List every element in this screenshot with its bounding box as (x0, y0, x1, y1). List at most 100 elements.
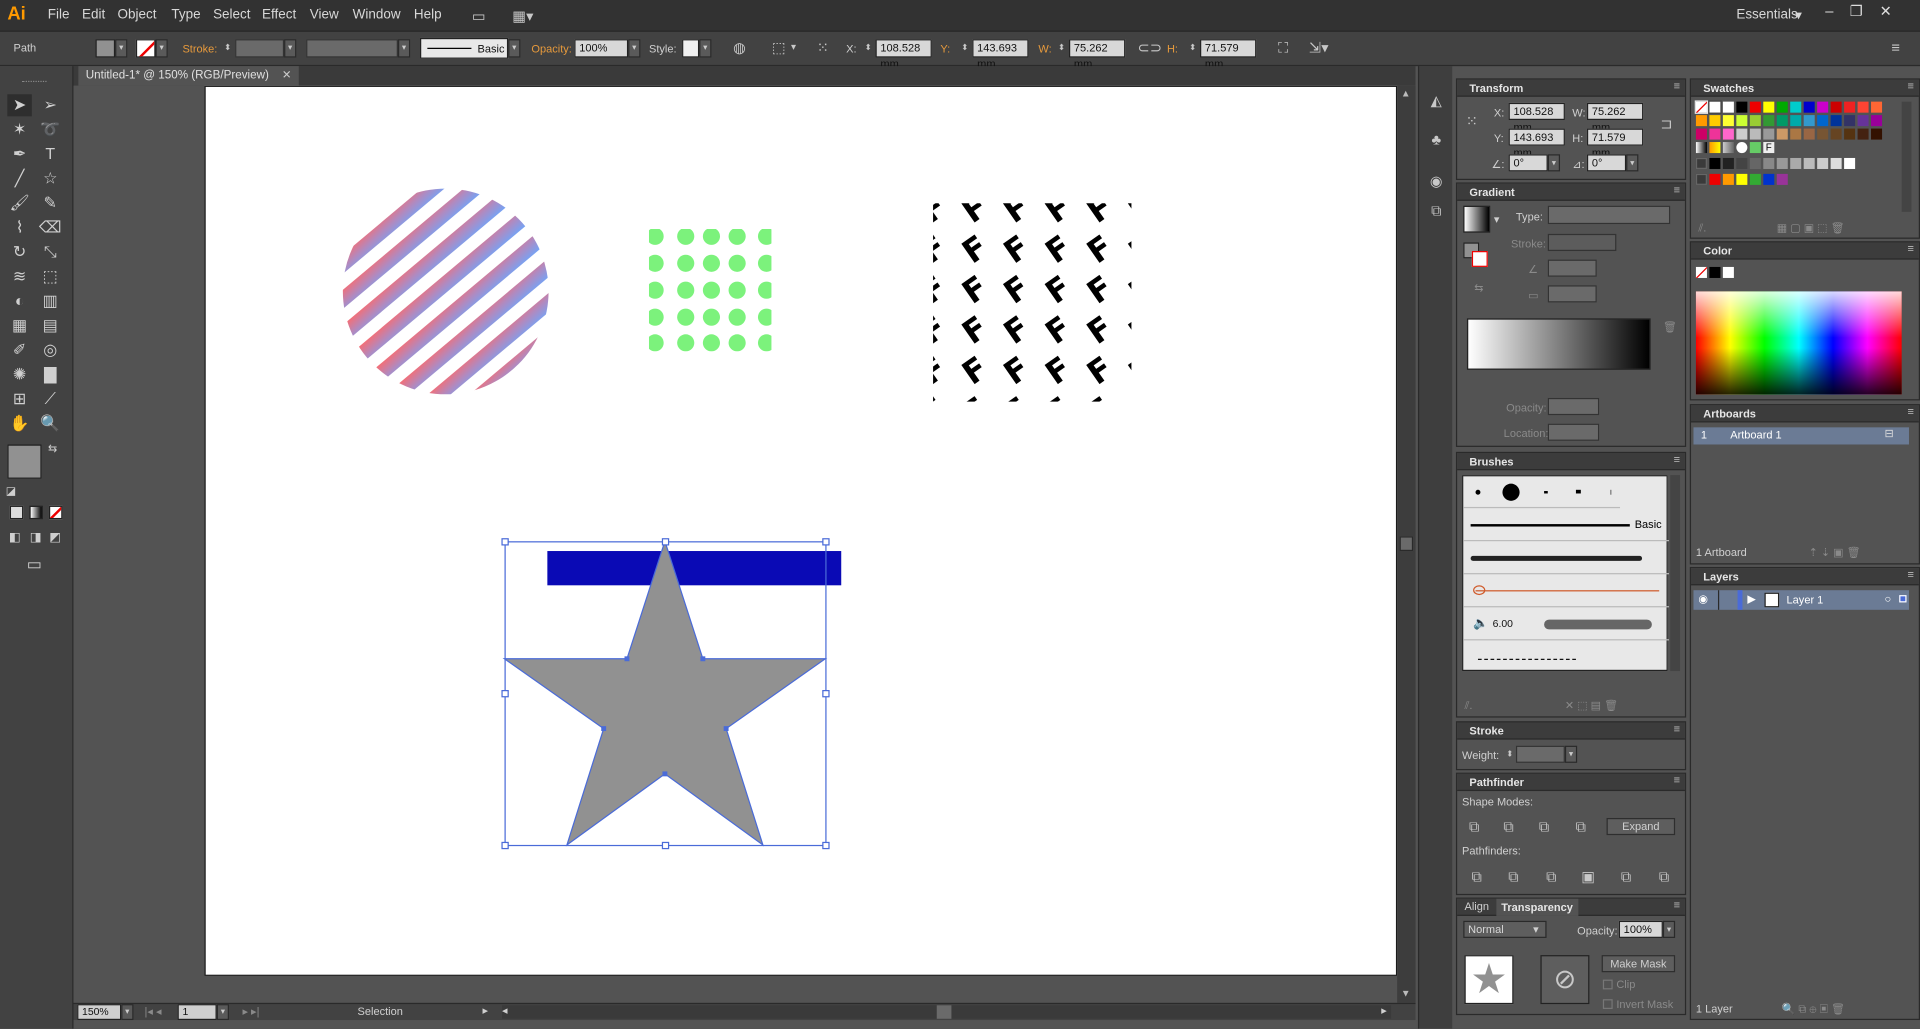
hand-tool-icon[interactable]: ✋ (7, 413, 31, 435)
visibility-eye-icon[interactable]: ◉ (1698, 593, 1708, 606)
brush-bristle[interactable]: 🔈 6.00 (1463, 609, 1669, 641)
default-colors-icon[interactable]: ◪ (4, 484, 19, 499)
variable-width-profile[interactable] (306, 39, 398, 58)
gradient-tool-icon[interactable]: ▤ (38, 315, 62, 337)
mask-thumbnail[interactable]: ⊘ (1540, 955, 1590, 1005)
object-thumbnail[interactable]: ★ (1464, 955, 1514, 1005)
pen-tool-icon[interactable]: ✒ (7, 143, 31, 165)
opacity-dropdown[interactable]: ▾ (628, 39, 641, 58)
blue-bar[interactable] (547, 551, 842, 586)
column-graph-tool-icon[interactable]: ▇ (38, 364, 62, 386)
mesh-tool-icon[interactable]: ▦ (7, 315, 31, 337)
swap-fill-stroke-icon[interactable]: ⇆ (44, 441, 61, 456)
gradient-stroke-buttons[interactable] (1547, 233, 1617, 252)
brush-oval[interactable] (1575, 489, 1581, 494)
status-tool[interactable]: Selection (358, 1005, 403, 1017)
color-white-swatch[interactable] (1722, 266, 1734, 278)
gradient-preview[interactable] (1463, 205, 1491, 233)
first-artboard-icon[interactable]: |◂ ◂ (144, 1005, 161, 1018)
color-black-swatch[interactable] (1709, 266, 1721, 278)
align-to-icon[interactable]: ⬚ (769, 38, 789, 58)
x-stepper[interactable]: ⬍ (862, 39, 874, 59)
stroke-weight-field[interactable] (235, 39, 285, 58)
direct-selection-tool-icon[interactable]: ➢ (38, 94, 62, 116)
brush-basic[interactable]: Basic (1463, 509, 1669, 542)
intersect-icon[interactable]: ⧉ (1534, 817, 1554, 837)
artboard-tool-icon[interactable]: ⊞ (7, 388, 31, 410)
transform-y-field[interactable]: 143.693 mm (1508, 128, 1565, 159)
stroke-dropdown[interactable]: ▾ (155, 39, 168, 58)
swatch-actions-icons[interactable]: ▦ ▢ ▣ ⬚ 🗑 (1777, 222, 1845, 235)
make-mask-button[interactable]: Make Mask (1601, 955, 1676, 973)
opacity-field[interactable]: 100% (574, 39, 629, 58)
next-artboard-icon[interactable]: ▸ ▸| (242, 1005, 259, 1018)
color-menu-icon[interactable]: ≡ (1907, 242, 1913, 254)
draw-behind-icon[interactable]: ◨ (27, 528, 44, 550)
close-icon[interactable]: ✕ (1873, 2, 1897, 19)
brush-arrow[interactable] (1463, 576, 1669, 608)
swatch-grid[interactable]: F (1694, 100, 1897, 215)
rotate-tool-icon[interactable]: ↻ (7, 241, 31, 263)
gradient-stroke-icon[interactable] (1471, 251, 1488, 267)
brush-dashed[interactable] (1463, 642, 1669, 673)
layer-selection-indicator[interactable] (1899, 595, 1907, 603)
menu-type[interactable]: Type (171, 7, 200, 22)
scroll-up-icon[interactable]: ▲ (1401, 88, 1411, 99)
stroke-stepper[interactable]: ⬍ (222, 39, 234, 59)
draw-normal-icon[interactable]: ◧ (6, 528, 23, 550)
stroke-swatch[interactable] (135, 39, 156, 58)
stroke-label[interactable]: Stroke: (182, 43, 217, 55)
scale-tool-icon[interactable]: ⤡ (38, 241, 62, 263)
reference-point-grid-icon[interactable]: ⁙ (1462, 111, 1482, 131)
opacity-label[interactable]: Opacity: (531, 43, 571, 55)
gradient-opacity-field[interactable] (1547, 397, 1600, 416)
appearance-icon[interactable]: ⧉ (1427, 201, 1447, 221)
y-field[interactable]: 143.693 mm (972, 39, 1029, 70)
stroke-weight-select[interactable]: ▾ (1564, 745, 1578, 763)
zoom-field[interactable]: 150% (77, 1004, 122, 1021)
transform-x-field[interactable]: 108.528 mm (1508, 102, 1565, 133)
gradient-type-select[interactable] (1547, 205, 1671, 225)
gradient-location-field[interactable] (1547, 423, 1600, 441)
delete-stop-icon[interactable]: 🗑 (1663, 321, 1677, 334)
restore-icon[interactable]: ❐ (1844, 2, 1868, 19)
profile-dropdown[interactable]: ▾ (397, 39, 411, 58)
blob-brush-tool-icon[interactable]: ⌇ (7, 217, 31, 239)
align-tab[interactable]: Align (1465, 900, 1490, 912)
y-stepper[interactable]: ⬍ (959, 39, 971, 59)
isolate-icon[interactable]: ⛶ (1273, 38, 1293, 58)
eyedropper-tool-icon[interactable]: ✐ (7, 339, 31, 361)
scroll-left-icon[interactable]: ◂ (502, 1004, 508, 1017)
vertical-scrollbar[interactable]: ▲ ▼ (1397, 85, 1416, 1003)
transform-w-field[interactable]: 75.262 mm (1586, 102, 1644, 133)
artboard-dropdown[interactable]: ▾ (216, 1004, 229, 1021)
layers-menu-icon[interactable]: ≡ (1907, 568, 1913, 580)
color-spectrum[interactable] (1695, 291, 1902, 395)
menu-object[interactable]: Object (118, 7, 157, 22)
menu-file[interactable]: File (48, 7, 70, 22)
h-field[interactable]: 71.579 mm (1200, 39, 1257, 70)
striped-circle[interactable] (259, 101, 632, 466)
transform-options-icon[interactable]: ⇲▾ (1305, 38, 1332, 58)
artboard-actions-icons[interactable]: ⇡ ⇣ ▣ 🗑 (1809, 546, 1861, 559)
scroll-thumb[interactable] (1399, 536, 1414, 552)
swatches-menu-icon[interactable]: ≡ (1907, 80, 1913, 92)
layer-target-icon[interactable]: ○ (1885, 593, 1892, 605)
brush-flat[interactable] (1610, 489, 1612, 495)
invert-mask-checkbox[interactable] (1602, 999, 1613, 1009)
transparency-menu-icon[interactable]: ≡ (1674, 899, 1680, 911)
transform-h-field[interactable]: 71.579 mm (1586, 128, 1644, 159)
perspective-grid-tool-icon[interactable]: ▥ (38, 290, 62, 312)
screen-mode-icon[interactable]: ▭ (22, 553, 46, 575)
blend-tool-icon[interactable]: ◎ (38, 339, 62, 361)
line-tool-icon[interactable]: ╱ (7, 168, 31, 190)
swatches-scrollbar[interactable] (1901, 101, 1912, 212)
bridge-icon[interactable]: ▭ (469, 6, 489, 26)
selection-tool-icon[interactable]: ➤ (7, 94, 32, 117)
expand-button[interactable]: Expand (1606, 817, 1676, 836)
menu-edit[interactable]: Edit (82, 7, 105, 22)
menu-help[interactable]: Help (414, 7, 442, 22)
menu-select[interactable]: Select (213, 7, 250, 22)
swatch-libraries-icon[interactable]: ⫽. (1698, 222, 1706, 235)
artboard-row[interactable]: 1 Artboard 1 ⊟ (1693, 427, 1909, 445)
